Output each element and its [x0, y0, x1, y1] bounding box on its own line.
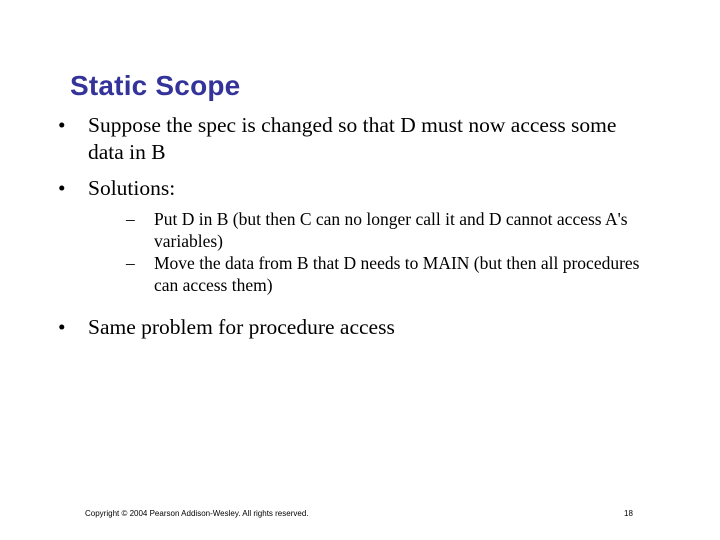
list-item-text: Solutions:	[88, 176, 176, 200]
list-item: • Same problem for procedure access	[50, 314, 650, 341]
dash-marker-icon: –	[126, 253, 135, 273]
bullet-marker-icon: •	[58, 176, 66, 200]
bullet-marker-icon: •	[58, 315, 66, 339]
bullet-marker-icon: •	[58, 113, 66, 137]
page-number: 18	[624, 509, 633, 518]
list-item-text: Put D in B (but then C can no longer cal…	[154, 209, 628, 251]
dash-marker-icon: –	[126, 209, 135, 229]
page-title: Static Scope	[70, 69, 241, 101]
slide: Static Scope • Suppose the spec is chang…	[0, 0, 720, 540]
bullet-list: • Suppose the spec is changed so that D …	[50, 112, 650, 341]
list-item: • Solutions: – Put D in B (but then C ca…	[50, 175, 650, 296]
list-item: • Suppose the spec is changed so that D …	[50, 112, 650, 166]
list-item: – Put D in B (but then C can no longer c…	[88, 208, 650, 252]
list-item-text: Suppose the spec is changed so that D mu…	[88, 113, 617, 164]
list-item-text: Same problem for procedure access	[88, 315, 395, 339]
list-item: – Move the data from B that D needs to M…	[88, 252, 650, 296]
slide-footer: Copyright © 2004 Pearson Addison-Wesley.…	[0, 508, 720, 528]
copyright-notice: Copyright © 2004 Pearson Addison-Wesley.…	[85, 509, 309, 518]
sub-bullet-list: – Put D in B (but then C can no longer c…	[88, 208, 650, 296]
slide-body: • Suppose the spec is changed so that D …	[50, 112, 650, 343]
list-item-text: Move the data from B that D needs to MAI…	[154, 253, 640, 295]
